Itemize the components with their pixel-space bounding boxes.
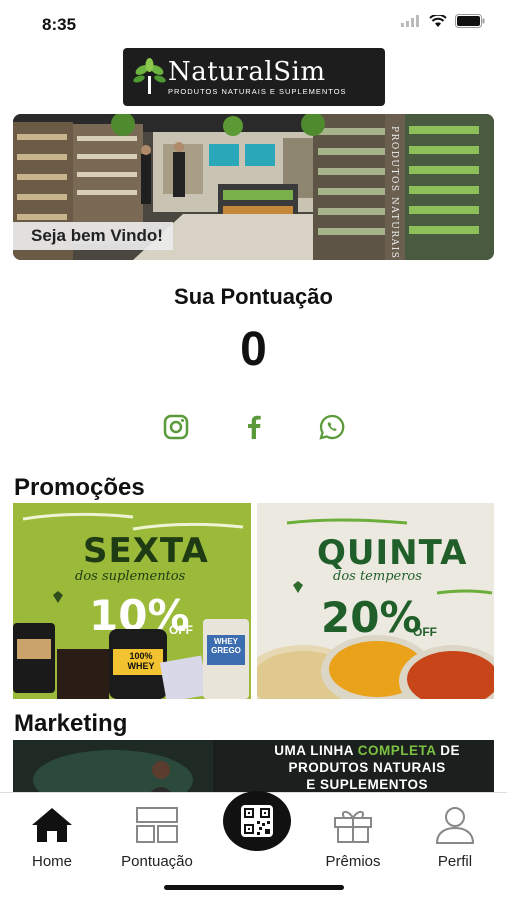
marketing-line2: PRODUTOS NATURAIS xyxy=(288,760,446,775)
score-title: Sua Pontuação xyxy=(174,284,333,309)
promo-subline: dos temperos xyxy=(333,569,422,584)
store-sign-text: PRODUTOS NATURAIS xyxy=(389,126,399,260)
promo-headline: SEXTA xyxy=(83,531,209,571)
promo-card-sexta[interactable]: SEXTA dos suplementos 10% OFF 100% WHEY … xyxy=(13,503,251,699)
nav-pontuacao-label: Pontuação xyxy=(121,853,193,870)
marketing-line1-highlight: COMPLETA xyxy=(357,743,436,758)
nav-perfil-label: Perfil xyxy=(437,853,473,870)
nav-pontuacao[interactable]: Pontuação xyxy=(112,801,202,870)
promo-discount: 20% xyxy=(321,593,422,642)
whatsapp-icon[interactable] xyxy=(317,412,347,442)
qr-scan-button[interactable] xyxy=(223,791,291,851)
home-indicator xyxy=(164,885,344,890)
promo-subline: dos suplementos xyxy=(75,569,186,584)
user-icon xyxy=(435,807,475,844)
promo-off-label: OFF xyxy=(413,625,437,639)
home-icon xyxy=(32,808,72,842)
nav-home-label: Home xyxy=(31,853,72,870)
leaf-tree-icon xyxy=(133,58,166,94)
nav-premios[interactable]: Prêmios xyxy=(308,801,398,870)
status-time: 8:35 xyxy=(42,15,77,34)
status-bar: 8:35 xyxy=(0,0,507,48)
product-whey-grego-label: WHEY GREGO xyxy=(211,637,241,655)
marketing-banner[interactable]: UMA LINHA COMPLETA DE PRODUTOS NATURAIS … xyxy=(13,740,494,796)
wifi-icon xyxy=(429,14,447,27)
status-icons xyxy=(401,14,485,28)
nav-perfil[interactable]: Perfil xyxy=(410,801,500,870)
facebook-icon[interactable] xyxy=(239,412,269,442)
marketing-line3: E SUPLEMENTOS xyxy=(306,777,428,792)
marketing-line1-suffix: DE xyxy=(435,743,460,758)
athlete-image xyxy=(13,740,213,796)
battery-icon xyxy=(455,14,485,28)
marketing-line1-prefix: UMA LINHA xyxy=(274,743,358,758)
product-whey-label: 100% WHEY xyxy=(127,651,155,671)
store-banner: PRODUTOS NATURAIS Seja bem Vindo! xyxy=(13,114,494,260)
qr-code-icon xyxy=(241,805,273,837)
layout-icon xyxy=(136,807,178,843)
promotions-title: Promoções xyxy=(14,474,145,501)
nav-premios-label: Prêmios xyxy=(325,853,381,870)
marketing-text: UMA LINHA COMPLETA DE PRODUTOS NATURAIS … xyxy=(274,742,460,793)
logo-name: NaturalSim xyxy=(168,57,326,87)
signal-icon xyxy=(401,15,419,27)
marketing-title: Marketing xyxy=(14,710,128,737)
promo-headline: QUINTA xyxy=(317,533,468,573)
brand-logo: NaturalSim PRODUTOS NATURAIS E SUPLEMENT… xyxy=(123,48,385,106)
score-value: 0 xyxy=(240,323,267,376)
promo-card-quinta[interactable]: QUINTA dos temperos 20% OFF xyxy=(257,503,494,699)
nav-home[interactable]: Home xyxy=(7,801,97,870)
logo-tagline: PRODUTOS NATURAIS E SUPLEMENTOS xyxy=(168,87,347,96)
welcome-caption: Seja bem Vindo! xyxy=(13,222,173,250)
instagram-icon[interactable] xyxy=(161,412,191,442)
gift-icon xyxy=(334,810,372,843)
